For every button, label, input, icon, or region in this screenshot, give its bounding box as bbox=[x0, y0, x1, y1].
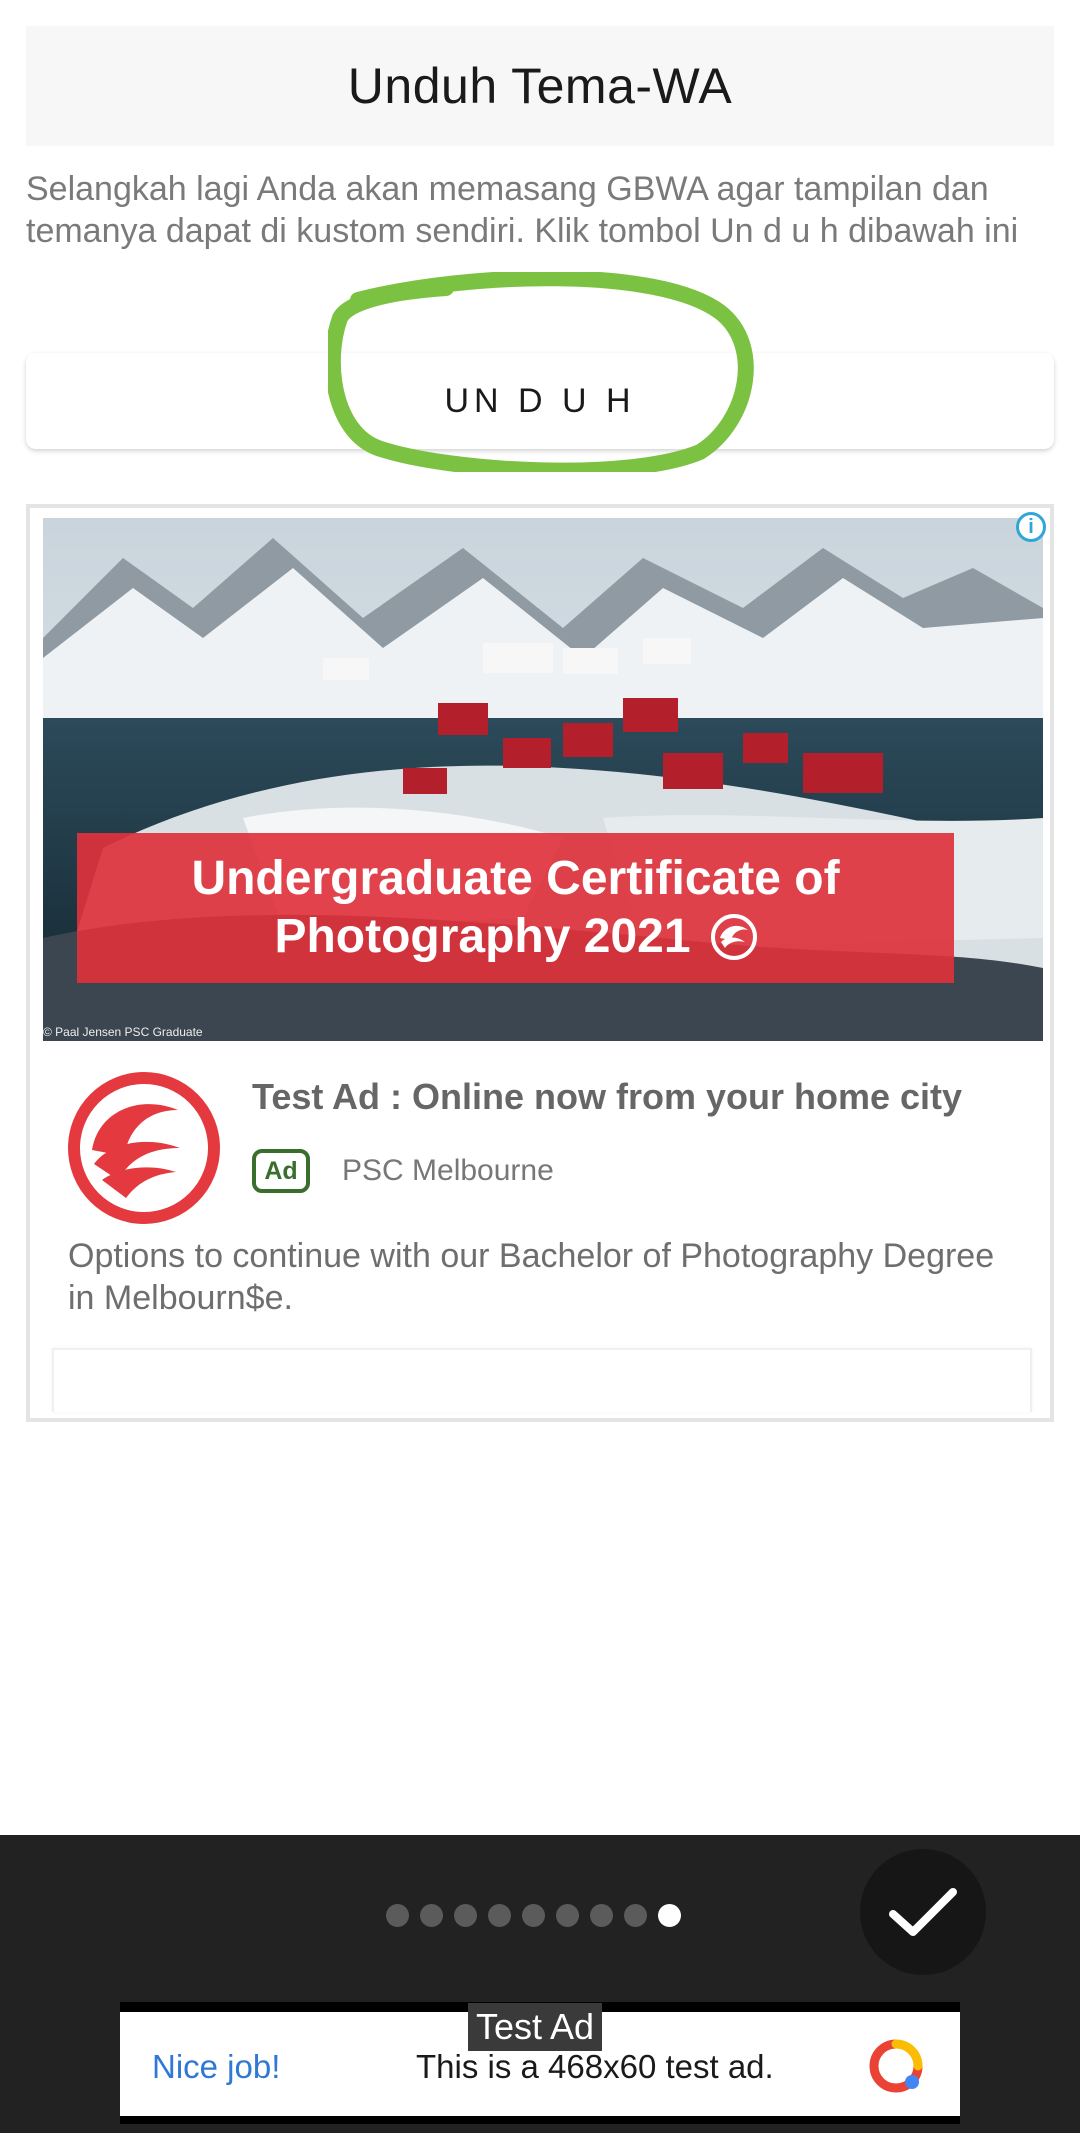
ad-headline[interactable]: Test Ad : Online now from your home city bbox=[252, 1076, 1032, 1118]
advertiser-logo bbox=[68, 1072, 220, 1224]
psc-logo-icon bbox=[710, 914, 757, 960]
ad-body-text: Options to continue with our Bachelor of… bbox=[68, 1237, 995, 1317]
page-dot[interactable] bbox=[420, 1904, 443, 1927]
download-button[interactable]: UN D U H bbox=[26, 353, 1054, 449]
ad-image-caption: © Paal Jensen PSC Graduate bbox=[43, 1025, 203, 1039]
ad-image[interactable]: Undergraduate Certificate of Photography… bbox=[43, 518, 1043, 1041]
advertiser-name: PSC Melbourne bbox=[342, 1154, 554, 1187]
banner-ad-text: This is a 468x60 test ad. bbox=[416, 2048, 774, 2085]
ad-cta-button[interactable] bbox=[52, 1348, 1032, 1412]
page-dot[interactable] bbox=[522, 1904, 545, 1927]
ad-banner-line2: Photography 2021 bbox=[274, 910, 691, 963]
instruction-text: Selangkah lagi Anda akan memasang GBWA a… bbox=[26, 170, 1019, 250]
banner-nice-job: Nice job! bbox=[152, 2048, 281, 2085]
test-ad-label: Test Ad bbox=[468, 2003, 603, 2051]
ad-banner-line1: Undergraduate Certificate of bbox=[191, 852, 840, 905]
ad-badge: Ad bbox=[252, 1149, 310, 1193]
checkmark-icon bbox=[889, 1888, 957, 1936]
page-dot[interactable] bbox=[386, 1904, 409, 1927]
page-dot[interactable] bbox=[488, 1904, 511, 1927]
page-indicator bbox=[386, 1904, 681, 1927]
native-ad-card[interactable]: Undergraduate Certificate of Photography… bbox=[26, 504, 1054, 1422]
info-icon[interactable]: i bbox=[1016, 512, 1046, 542]
page-dot[interactable] bbox=[624, 1904, 647, 1927]
page-dot[interactable] bbox=[556, 1904, 579, 1927]
page-dot-active[interactable] bbox=[658, 1904, 681, 1927]
title-bar: Unduh Tema-WA bbox=[26, 26, 1054, 146]
page-title: Unduh Tema-WA bbox=[347, 58, 733, 114]
admob-icon bbox=[869, 2039, 923, 2093]
page-dot[interactable] bbox=[590, 1904, 613, 1927]
done-button[interactable] bbox=[860, 1849, 986, 1975]
page-dot[interactable] bbox=[454, 1904, 477, 1927]
ad-image-banner: Undergraduate Certificate of Photography… bbox=[77, 833, 954, 983]
